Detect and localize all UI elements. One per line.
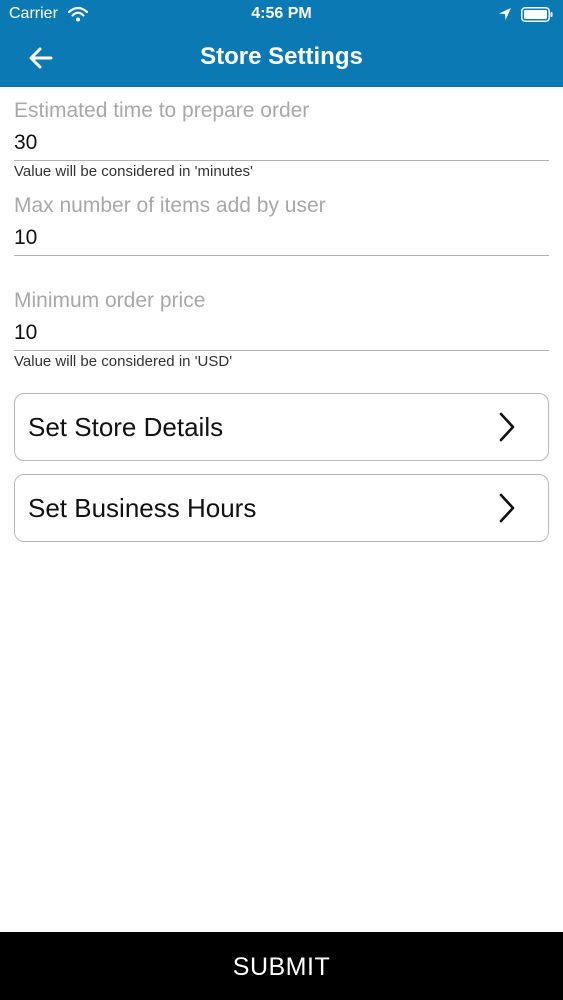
app-header: Carrier 4:56 PM Store Settings — [0, 0, 563, 87]
clock-time: 4:56 PM — [251, 5, 312, 22]
chevron-right-icon — [499, 493, 515, 523]
nav-bar: Store Settings — [0, 30, 563, 87]
prep-time-label: Estimated time to prepare order — [14, 99, 310, 122]
set-store-details-button[interactable]: Set Store Details — [14, 393, 549, 461]
set-business-hours-button[interactable]: Set Business Hours — [14, 474, 549, 542]
set-business-hours-label: Set Business Hours — [28, 493, 257, 523]
prep-time-hint: Value will be considered in 'minutes' — [14, 163, 253, 180]
max-items-field: Max number of items add by user — [14, 194, 549, 260]
max-items-input[interactable] — [14, 221, 549, 256]
prep-time-field: Estimated time to prepare order Value wi… — [14, 99, 549, 185]
min-order-price-hint: Value will be considered in 'USD' — [14, 353, 233, 370]
prep-time-input[interactable] — [14, 126, 549, 161]
status-bar: Carrier 4:56 PM — [0, 0, 563, 30]
battery-icon — [521, 7, 553, 22]
submit-button[interactable]: SUBMIT — [0, 932, 563, 1000]
page-title: Store Settings — [200, 43, 363, 70]
max-items-label: Max number of items add by user — [14, 194, 326, 217]
store-settings-screen: Carrier 4:56 PM Store Settings Estimated… — [0, 0, 563, 1000]
min-order-price-field: Minimum order price Value will be consid… — [14, 289, 549, 375]
min-order-price-label: Minimum order price — [14, 289, 206, 312]
location-icon — [499, 8, 511, 20]
min-order-price-input[interactable] — [14, 316, 549, 351]
set-store-details-label: Set Store Details — [28, 412, 224, 442]
chevron-right-icon — [499, 412, 515, 442]
